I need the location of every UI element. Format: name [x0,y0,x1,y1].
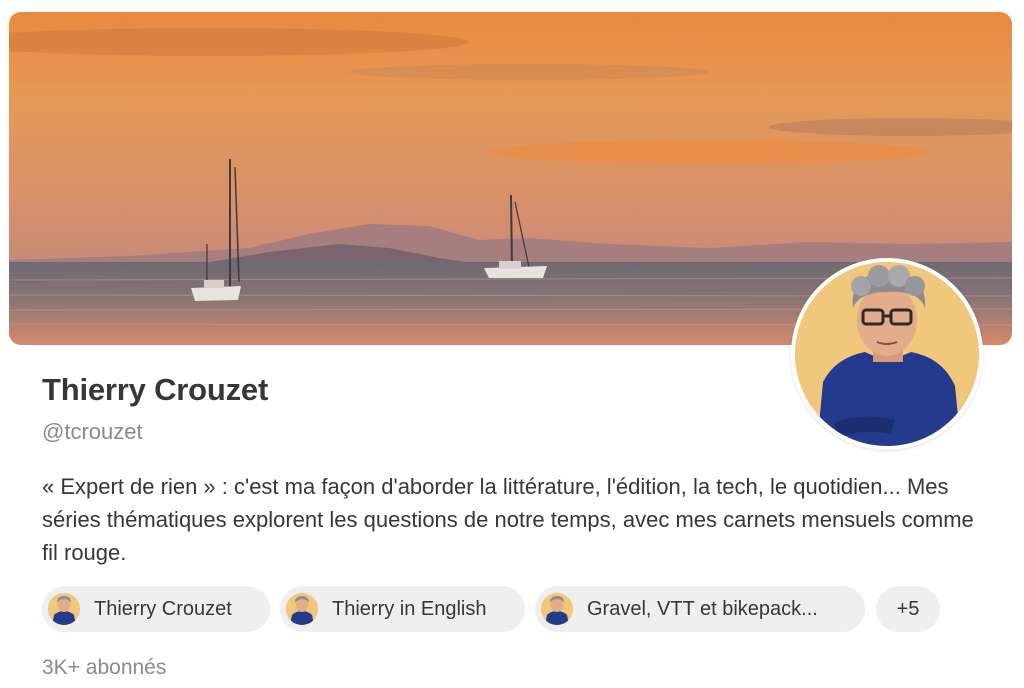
publication-label: Gravel, VTT et bikepack... [587,597,818,620]
author-avatar-icon [286,593,318,625]
author-avatar-icon [48,593,80,625]
profile-handle: @tcrouzet [42,419,143,444]
profile-name: Thierry Crouzet [42,372,269,407]
publication-pill[interactable]: Gravel, VTT et bikepack... [535,586,865,632]
author-portrait-icon [795,262,979,446]
publication-pill[interactable]: Thierry in English [280,586,525,632]
publication-label: Thierry Crouzet [94,597,232,620]
subscriber-count: 3K+ abonnés [42,656,167,679]
more-publications-count: +5 [896,597,920,620]
publication-pill[interactable]: Thierry Crouzet [42,586,270,632]
profile-bio: « Expert de rien » : c'est ma façon d'ab… [42,474,974,565]
publication-label: Thierry in English [332,597,487,620]
profile-avatar[interactable] [791,258,983,450]
more-publications-button[interactable]: +5 [876,586,940,632]
author-avatar-icon [541,593,573,625]
